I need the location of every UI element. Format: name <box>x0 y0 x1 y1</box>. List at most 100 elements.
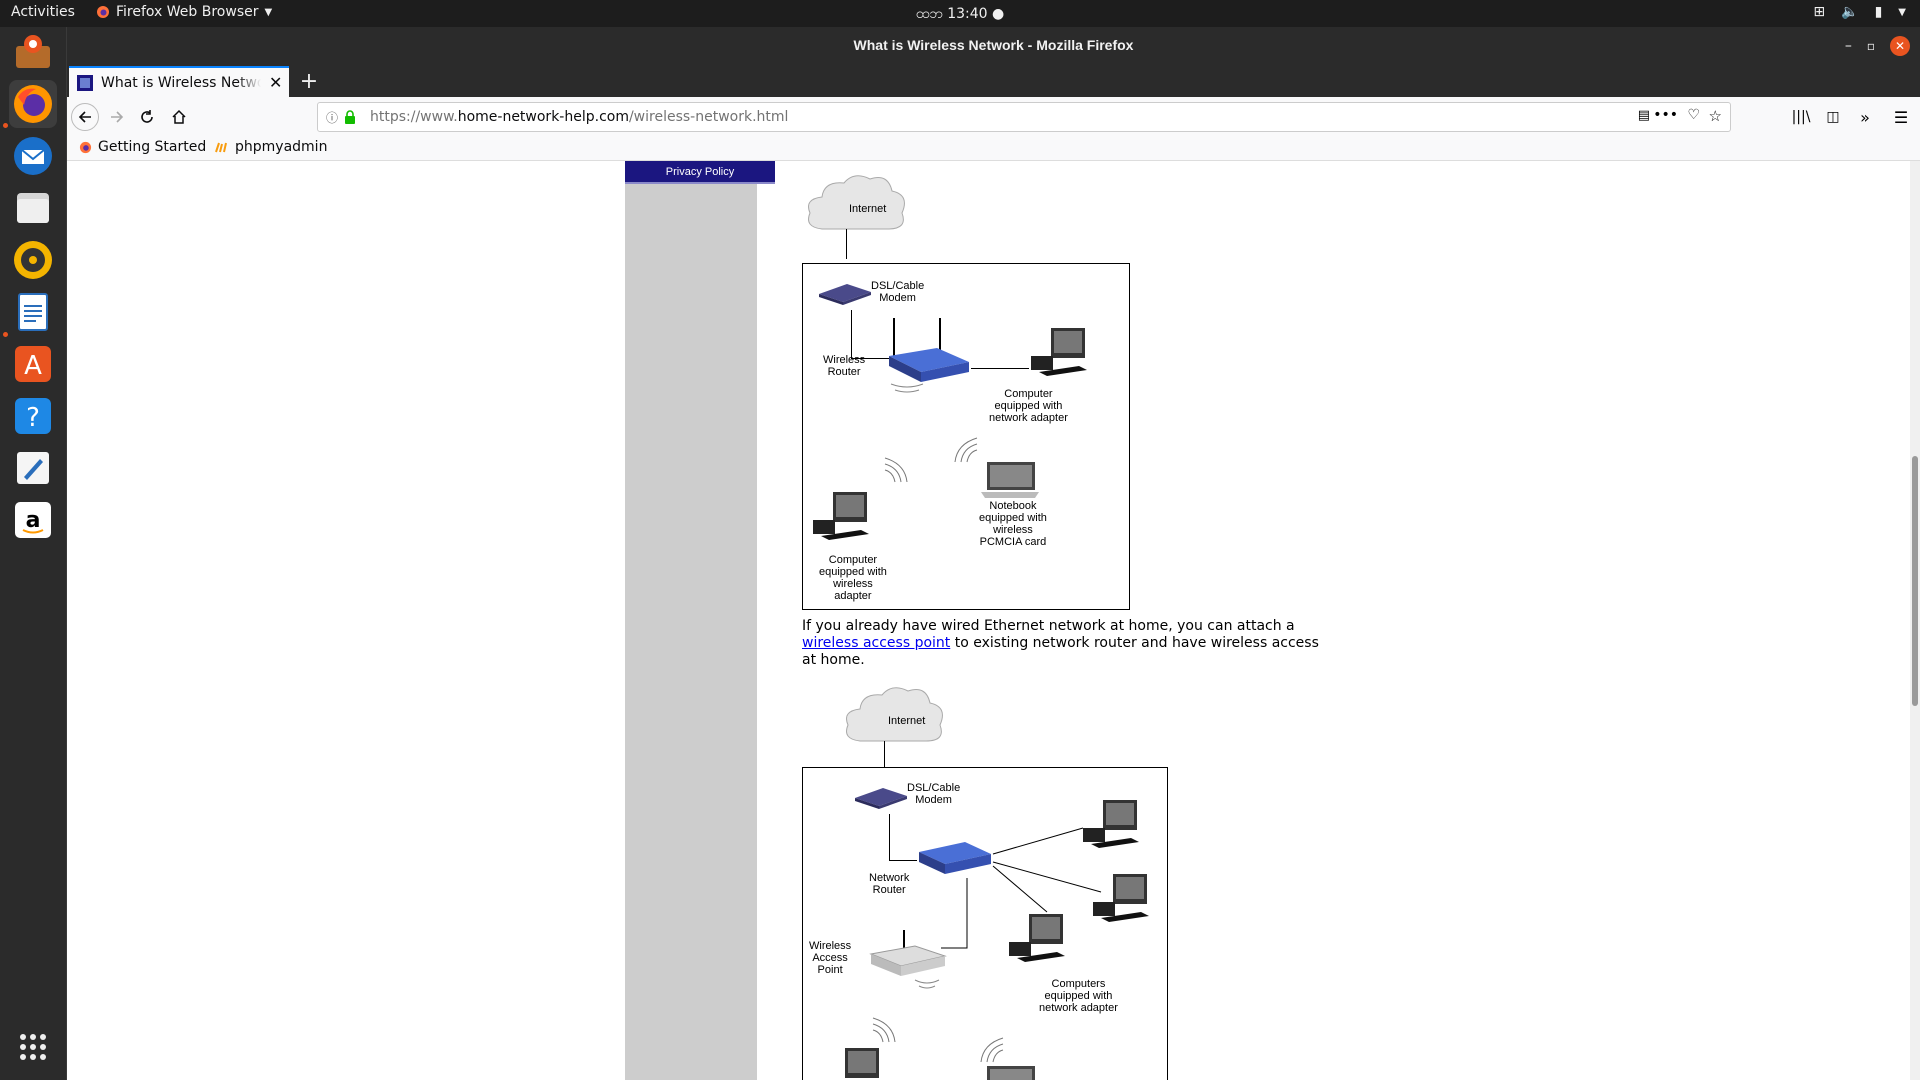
reload-button[interactable] <box>133 103 161 131</box>
software-icon: A <box>15 346 51 382</box>
menu-button[interactable]: ☰ <box>1887 103 1915 131</box>
internet-label: Internet <box>888 715 926 727</box>
grid-icon <box>20 1034 46 1060</box>
computers-label: Computers equipped with network adapter <box>1039 978 1118 1014</box>
dock-writer[interactable] <box>9 288 57 336</box>
vertical-scrollbar[interactable] <box>1910 161 1920 1080</box>
notebook-icon <box>981 462 1039 498</box>
wireless-signal-icon <box>980 1037 1004 1063</box>
show-applications-button[interactable] <box>9 1023 57 1071</box>
forward-button[interactable] <box>103 103 131 131</box>
url-bar[interactable]: ⓘ https://www.home-network-help.com/wire… <box>317 102 1731 132</box>
bookmark-phpmyadmin[interactable]: phpmyadmin <box>215 139 327 155</box>
wireless-access-point-link[interactable]: wireless access point <box>802 635 950 651</box>
notebook-label: Notebook equipped with wireless PCMCIA c… <box>979 500 1047 548</box>
amazon-icon: a <box>15 502 51 538</box>
installer-icon <box>16 35 50 68</box>
scrollbar-thumb[interactable] <box>1912 456 1918 706</box>
modem-icon <box>819 284 871 305</box>
hamburger-icon: ☰ <box>1893 107 1909 127</box>
tab-active[interactable]: What is Wireless Network ✕ <box>69 66 289 97</box>
favicon-icon <box>77 74 93 91</box>
library-icon: |||\ <box>1791 109 1811 125</box>
router-label: Wireless Router <box>823 354 866 378</box>
battery-icon: ▮ <box>1874 4 1883 20</box>
dock: A ? a <box>0 27 67 1080</box>
desktop-computer-icon <box>813 492 869 540</box>
tab-title: What is Wireless Network <box>101 74 261 91</box>
back-button[interactable] <box>71 103 99 131</box>
sidebar-icon: ◫ <box>1826 109 1840 125</box>
svg-text:a: a <box>26 508 41 533</box>
lock-icon[interactable] <box>344 110 356 124</box>
notebook-icon <box>987 1066 1035 1080</box>
navigation-toolbar: ⓘ https://www.home-network-help.com/wire… <box>67 97 1920 137</box>
music-icon <box>14 241 52 279</box>
computer-wireless-label: Computer equipped with wireless adapter <box>819 554 887 602</box>
privacy-policy-link[interactable]: Privacy Policy <box>625 161 775 184</box>
dock-files[interactable] <box>9 184 57 232</box>
access-point-diagram: Internet DSL/Cable Modem Network Router … <box>802 681 1222 1080</box>
volume-icon: 🔈 <box>1841 4 1859 20</box>
page-actions-icon[interactable]: ••• <box>1653 107 1678 123</box>
wireless-router-diagram: Internet DSL/Cable Modem Wireless Router… <box>802 169 1202 610</box>
desktop-computer-icon <box>1083 800 1139 848</box>
bookmark-label: Getting Started <box>98 139 207 155</box>
close-tab-icon[interactable]: ✕ <box>269 73 282 92</box>
dock-text-editor[interactable] <box>9 444 57 492</box>
minimize-icon[interactable]: – <box>1845 38 1852 54</box>
left-sidebar-column <box>625 161 757 1080</box>
home-button[interactable] <box>165 103 193 131</box>
window-title: What is Wireless Network - Mozilla Firef… <box>853 37 1134 53</box>
web-page-content: Privacy Policy Internet DSL/Cable Modem … <box>67 161 1920 1080</box>
new-tab-button[interactable]: + <box>295 67 323 95</box>
desktop-computer-icon <box>1031 328 1087 376</box>
pocket-icon[interactable]: ♡ <box>1687 107 1700 123</box>
thunderbird-icon <box>14 137 52 175</box>
library-button[interactable]: |||\ <box>1787 103 1815 131</box>
access-point-label: Wireless Access Point <box>809 940 852 976</box>
window-title-bar: What is Wireless Network - Mozilla Firef… <box>67 27 1920 64</box>
reader-view-icon[interactable]: ▤ <box>1638 108 1650 123</box>
tab-strip: What is Wireless Network ✕ + <box>67 64 1920 97</box>
wireless-router-icon <box>889 318 969 393</box>
dock-ubuntu-software-installer[interactable] <box>9 29 57 77</box>
access-point-icon <box>869 930 947 989</box>
network-icon: ⊞ <box>1813 4 1826 20</box>
wireless-signal-icon <box>872 1017 896 1043</box>
firefox-icon <box>14 85 52 123</box>
forward-arrow-icon <box>111 111 124 123</box>
pencil-icon <box>17 452 49 484</box>
clock[interactable]: ထဘ 13:40 ● <box>0 4 1920 25</box>
desktop-computer-icon <box>1093 874 1149 922</box>
bookmarks-toolbar: Getting Started phpmyadmin <box>67 137 1920 161</box>
diagram-frame: DSL/Cable Modem Network Router Computers… <box>802 767 1168 1080</box>
dock-firefox[interactable] <box>9 80 57 128</box>
phpmyadmin-icon <box>215 142 227 153</box>
dock-amazon[interactable]: a <box>9 496 57 544</box>
computer-wired-label: Computer equipped with network adapter <box>989 388 1068 424</box>
overflow-button[interactable]: » <box>1851 103 1879 131</box>
folder-icon <box>17 193 49 223</box>
diagram-frame: DSL/Cable Modem Wireless Router Computer… <box>802 263 1130 610</box>
desktop-computer-icon <box>845 1048 879 1078</box>
desktop-computer-icon <box>1009 914 1065 962</box>
info-icon[interactable]: ⓘ <box>326 109 338 126</box>
chevron-down-icon: ▼ <box>1898 6 1906 18</box>
close-icon[interactable]: ✕ <box>1890 36 1910 56</box>
wired-network-paragraph: If you already have wired Ethernet netwo… <box>802 618 1319 668</box>
dock-software-center[interactable]: A <box>9 340 57 388</box>
dock-help[interactable]: ? <box>9 392 57 440</box>
maximize-icon[interactable]: ▫ <box>1867 39 1875 53</box>
internet-label: Internet <box>849 203 887 215</box>
help-icon: ? <box>15 398 51 434</box>
sidebar-button[interactable]: ◫ <box>1819 103 1847 131</box>
dock-thunderbird[interactable] <box>9 132 57 180</box>
bookmark-star-icon[interactable]: ☆ <box>1709 107 1722 125</box>
reload-icon <box>141 110 153 123</box>
dock-rhythmbox[interactable] <box>9 236 57 284</box>
bookmark-getting-started[interactable]: Getting Started <box>79 139 206 155</box>
firefox-icon <box>79 141 92 153</box>
system-tray[interactable]: ⊞ 🔈 ▮ ▼ <box>1813 4 1906 20</box>
url-text: https://www.home-network-help.com/wirele… <box>370 109 789 125</box>
